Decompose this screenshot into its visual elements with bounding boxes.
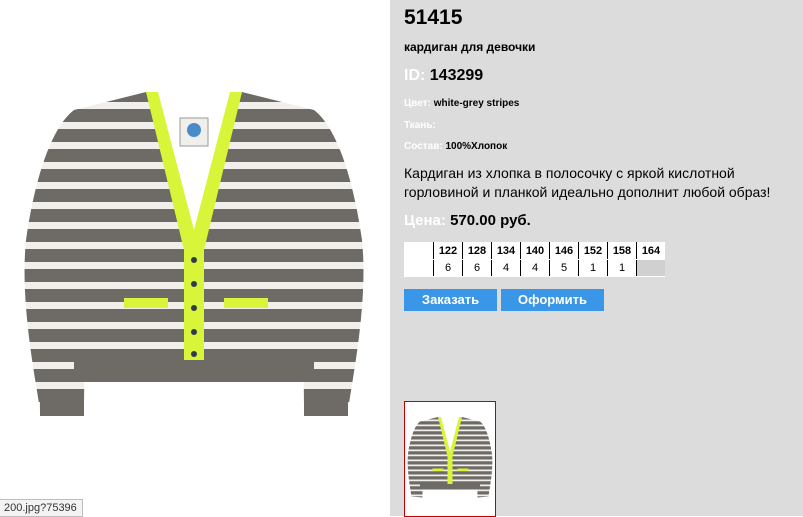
product-sku: 51415 (404, 6, 463, 29)
size-cell: 146 (549, 242, 579, 260)
id-label: ID: (404, 67, 426, 84)
color-value: white-grey stripes (433, 98, 520, 109)
quantity-cell[interactable]: 4 (491, 259, 521, 277)
product-details-panel: 51415 кардиган для девочки ID: 143299 Цв… (390, 0, 803, 517)
size-cell: 158 (607, 242, 637, 260)
composition-row: Состав: 100%Хлопок (404, 141, 507, 152)
product-image-area: 200.jpg?75396 (0, 0, 390, 517)
composition-label: Состав: (404, 141, 443, 152)
price-value: 570.00 руб. (450, 212, 531, 229)
size-cell: 140 (520, 242, 550, 260)
quantity-cell[interactable]: 6 (462, 259, 492, 277)
color-label: Цвет: (404, 98, 431, 109)
size-corner-cell (404, 242, 434, 260)
color-row: Цвет: white-grey stripes (404, 98, 519, 109)
quantity-corner-cell (404, 259, 434, 277)
fabric-row: Ткань: (404, 120, 436, 131)
size-cell: 164 (636, 242, 665, 260)
cardigan-image (24, 92, 364, 416)
product-thumbnail[interactable] (404, 401, 496, 517)
price-label: Цена: (404, 212, 446, 229)
composition-value: 100%Хлопок (445, 141, 508, 152)
size-header-row: 122 128 134 140 146 152 158 164 (404, 242, 665, 260)
product-description: Кардиган из хлопка в полосочку с яркой к… (404, 165, 771, 200)
fabric-label: Ткань: (404, 120, 436, 131)
product-subtitle: кардиган для девочки (404, 40, 536, 54)
quantity-cell[interactable]: 1 (578, 259, 608, 277)
quantity-cell[interactable]: 5 (549, 259, 579, 277)
quantity-cell (636, 259, 665, 277)
status-url-tip: 200.jpg?75396 (0, 499, 83, 517)
size-cell: 122 (433, 242, 463, 260)
size-cell: 134 (491, 242, 521, 260)
checkout-button[interactable]: Оформить (501, 289, 604, 311)
id-value: 143299 (429, 67, 484, 84)
product-id-row: ID: 143299 (404, 67, 483, 85)
size-cell: 128 (462, 242, 492, 260)
quantity-cell[interactable]: 6 (433, 259, 463, 277)
price-row: Цена: 570.00 руб. (404, 212, 531, 229)
size-table: 122 128 134 140 146 152 158 164 6 6 4 4 … (404, 242, 665, 277)
cardigan-thumbnail-image (407, 417, 493, 498)
quantity-cell[interactable]: 1 (607, 259, 637, 277)
quantity-row: 6 6 4 4 5 1 1 (404, 259, 665, 277)
order-button[interactable]: Заказать (404, 289, 497, 311)
quantity-cell[interactable]: 4 (520, 259, 550, 277)
size-cell: 152 (578, 242, 608, 260)
